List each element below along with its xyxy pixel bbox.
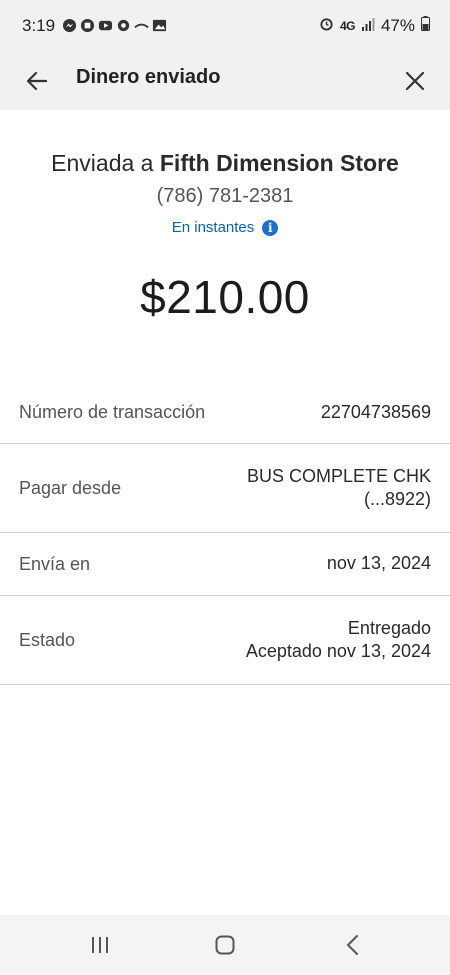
app-icon bbox=[80, 18, 95, 33]
status-right: 4G 47% bbox=[319, 16, 430, 36]
youtube-icon bbox=[98, 18, 113, 33]
detail-label: Envía en bbox=[19, 553, 91, 574]
detail-row-pay-from: Pagar desde BUS COMPLETE CHK (...8922) bbox=[0, 444, 450, 533]
app-header: Dinero enviado bbox=[0, 52, 450, 110]
transaction-details: Número de transacción 22704738569 Pagar … bbox=[0, 382, 450, 685]
sent-prefix: Enviada a bbox=[51, 150, 154, 176]
detail-row-transaction-number: Número de transacción 22704738569 bbox=[0, 382, 450, 444]
detail-label: Estado bbox=[19, 629, 76, 650]
detail-value-line: (...8922) bbox=[363, 489, 431, 509]
payee-name: Fifth Dimension Store bbox=[159, 150, 399, 176]
signal-icon bbox=[361, 16, 375, 36]
detail-value: 22704738569 bbox=[321, 401, 431, 424]
arrow-left-icon bbox=[26, 71, 48, 91]
close-icon bbox=[405, 71, 425, 91]
system-back-button[interactable] bbox=[332, 930, 372, 960]
payment-summary: Enviada a Fifth Dimension Store (786) 78… bbox=[0, 150, 450, 236]
detail-value-line: Entregado bbox=[347, 617, 431, 638]
chevron-left-icon bbox=[346, 935, 358, 955]
detail-row-status: Estado Entregado Aceptado nov 13, 2024 bbox=[0, 596, 450, 685]
recipient-line: Enviada a Fifth Dimension Store bbox=[0, 150, 450, 177]
detail-value: BUS COMPLETE CHK (...8922) bbox=[247, 465, 431, 512]
detail-value-line: BUS COMPLETE CHK bbox=[246, 465, 431, 486]
recents-icon bbox=[92, 937, 108, 953]
detail-value-line: nov 13, 2024 bbox=[326, 553, 431, 574]
info-icon[interactable]: i bbox=[262, 219, 279, 236]
back-button[interactable] bbox=[20, 64, 54, 98]
home-button[interactable] bbox=[205, 930, 245, 960]
detail-value: Entregado Aceptado nov 13, 2024 bbox=[246, 617, 431, 664]
gallery-icon bbox=[152, 18, 167, 33]
close-button[interactable] bbox=[398, 64, 432, 98]
payee-phone: (786) 781-2381 bbox=[156, 185, 294, 207]
status-bar: 3:19 4G 47% bbox=[0, 0, 450, 52]
home-icon bbox=[215, 935, 235, 955]
battery-text: 47% bbox=[380, 16, 415, 35]
page-title: Dinero enviado bbox=[76, 66, 221, 88]
detail-value-line: 22704738569 bbox=[320, 401, 431, 422]
detail-label: Número de transacción bbox=[19, 402, 206, 422]
amount: $210.00 bbox=[140, 271, 310, 323]
notification-icons bbox=[62, 18, 167, 33]
messenger-icon bbox=[62, 18, 77, 33]
app-icon bbox=[116, 18, 131, 33]
alarm-icon bbox=[319, 16, 334, 36]
detail-value: nov 13, 2024 bbox=[327, 552, 431, 575]
detail-value-line: Aceptado nov 13, 2024 bbox=[245, 641, 431, 661]
system-nav-bar bbox=[0, 915, 450, 975]
app-icon bbox=[134, 18, 149, 33]
detail-row-send-date: Envía en nov 13, 2024 bbox=[0, 533, 450, 596]
delivery-speed-label: En instantes bbox=[171, 219, 255, 236]
status-time: 3:19 bbox=[22, 16, 56, 35]
delivery-speed: En instantes i bbox=[0, 219, 450, 236]
detail-label: Pagar desde bbox=[19, 477, 122, 498]
battery-icon bbox=[421, 16, 430, 36]
network-label: 4G bbox=[339, 19, 356, 33]
recents-button[interactable] bbox=[80, 930, 120, 960]
